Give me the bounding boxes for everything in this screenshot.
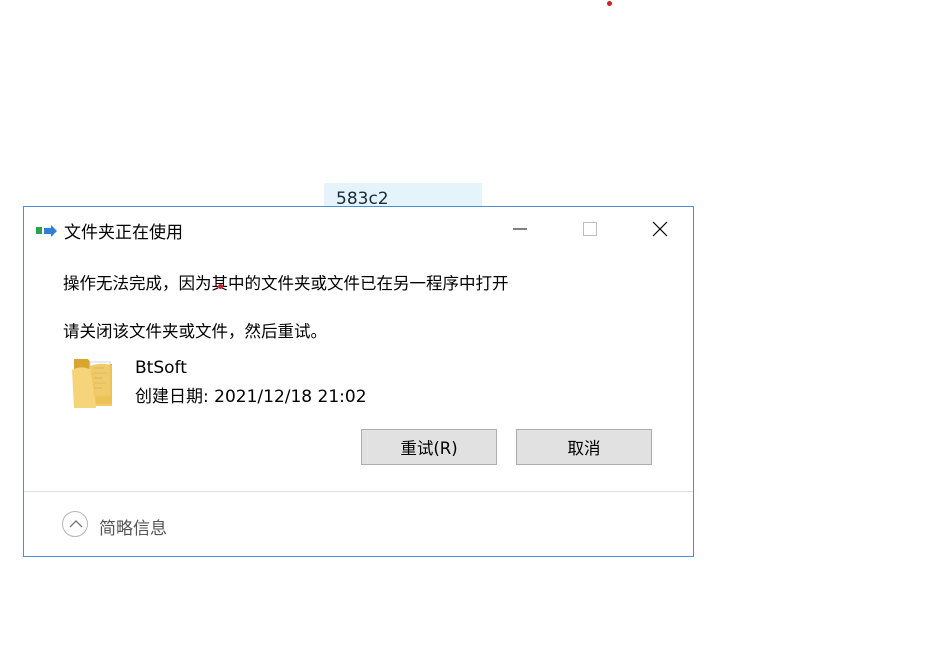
retry-button[interactable]: 重试(R) bbox=[361, 429, 497, 465]
maximize-icon bbox=[583, 222, 597, 236]
file-name: BtSoft bbox=[135, 358, 187, 378]
file-created-date: 创建日期: 2021/12/18 21:02 bbox=[135, 387, 367, 407]
less-details-toggle[interactable]: 简略信息 bbox=[62, 511, 212, 541]
instruction-message: 请关闭该文件夹或文件，然后重试。 bbox=[63, 322, 327, 341]
file-in-use-dialog: 文件夹正在使用 操作无法完成，因为其中的文件夹或文件已在另一程序中打开 请关闭该… bbox=[23, 206, 694, 557]
close-button[interactable] bbox=[637, 207, 683, 251]
maximize-button[interactable] bbox=[567, 207, 613, 251]
app-icon bbox=[36, 223, 58, 237]
title-bar[interactable]: 文件夹正在使用 bbox=[24, 207, 693, 251]
dialog-title: 文件夹正在使用 bbox=[64, 223, 183, 243]
minimize-icon bbox=[513, 228, 527, 230]
red-dot-marker bbox=[607, 1, 612, 6]
folder-icon bbox=[70, 353, 118, 411]
chevron-up-icon bbox=[62, 511, 88, 537]
error-message: 操作无法完成，因为其中的文件夹或文件已在另一程序中打开 bbox=[63, 274, 509, 293]
red-dot-marker bbox=[218, 284, 223, 289]
close-icon bbox=[652, 221, 668, 237]
minimize-button[interactable] bbox=[497, 207, 543, 251]
footer-divider bbox=[24, 491, 693, 492]
background-list-cell[interactable]: 583c2 bbox=[324, 183, 482, 209]
details-toggle-label: 简略信息 bbox=[99, 519, 167, 539]
cancel-button[interactable]: 取消 bbox=[516, 429, 652, 465]
